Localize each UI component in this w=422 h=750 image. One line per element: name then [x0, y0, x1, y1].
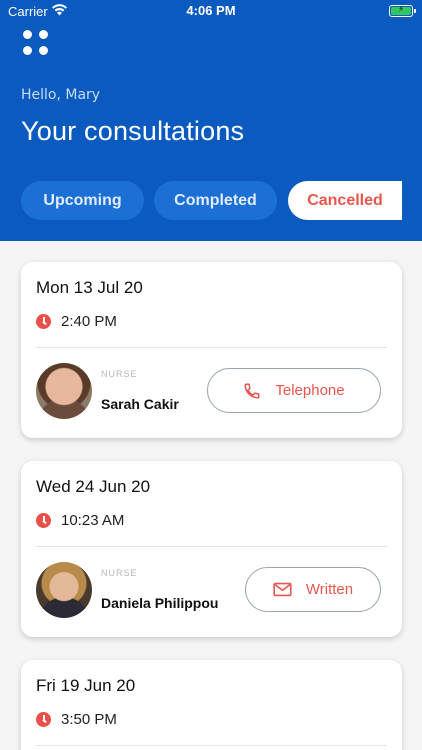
- clock-icon: [36, 513, 51, 528]
- dot-icon: [39, 46, 48, 55]
- dot-icon: [23, 30, 32, 39]
- practitioner-role: NURSE: [101, 568, 138, 578]
- clock-time: 4:06 PM: [186, 3, 236, 18]
- written-label: Written: [305, 581, 354, 598]
- avatar: [36, 562, 92, 618]
- clock-icon: [36, 314, 51, 329]
- dot-icon: [23, 46, 32, 55]
- menu-grid-button[interactable]: [23, 30, 51, 58]
- divider: [36, 745, 387, 746]
- battery-icon: ⚡: [389, 5, 416, 17]
- divider: [36, 546, 387, 547]
- practitioner-name: Daniela Philippou: [101, 595, 219, 611]
- consultation-card[interactable]: Wed 24 Jun 20 10:23 AM NURSE Daniela Phi…: [21, 461, 402, 637]
- header: Carrier 4:06 PM ⚡ Hello, Mary Your consu…: [0, 0, 422, 241]
- tab-cancelled[interactable]: Cancelled: [288, 181, 402, 220]
- envelope-icon: [273, 582, 292, 597]
- telephone-label: Telephone: [275, 382, 345, 399]
- consultation-time: 3:50 PM: [61, 711, 117, 728]
- consultation-date: Fri 19 Jun 20: [36, 676, 136, 695]
- status-bar: Carrier 4:06 PM ⚡: [0, 0, 422, 24]
- consultation-time: 10:23 AM: [61, 512, 125, 529]
- consultation-date: Mon 13 Jul 20: [36, 278, 143, 297]
- tab-upcoming[interactable]: Upcoming: [21, 181, 144, 220]
- consultation-time: 2:40 PM: [61, 313, 117, 330]
- dot-icon: [39, 30, 48, 39]
- tab-completed[interactable]: Completed: [154, 181, 277, 220]
- greeting: Hello, Mary: [21, 87, 101, 103]
- practitioner-role: NURSE: [101, 369, 138, 379]
- clock-icon: [36, 712, 51, 727]
- avatar: [36, 363, 92, 419]
- page-title: Your consultations: [21, 116, 245, 146]
- practitioner-name: Sarah Cakir: [101, 396, 179, 412]
- tab-bar: Upcoming Completed Cancelled: [0, 181, 422, 221]
- written-button[interactable]: Written: [245, 567, 381, 612]
- consultation-card[interactable]: Fri 19 Jun 20 3:50 PM: [21, 660, 402, 750]
- divider: [36, 347, 387, 348]
- consultation-date: Wed 24 Jun 20: [36, 477, 151, 496]
- phone-icon: [244, 383, 260, 398]
- consultation-card[interactable]: Mon 13 Jul 20 2:40 PM NURSE Sarah Cakir …: [21, 262, 402, 438]
- telephone-button[interactable]: Telephone: [207, 368, 381, 413]
